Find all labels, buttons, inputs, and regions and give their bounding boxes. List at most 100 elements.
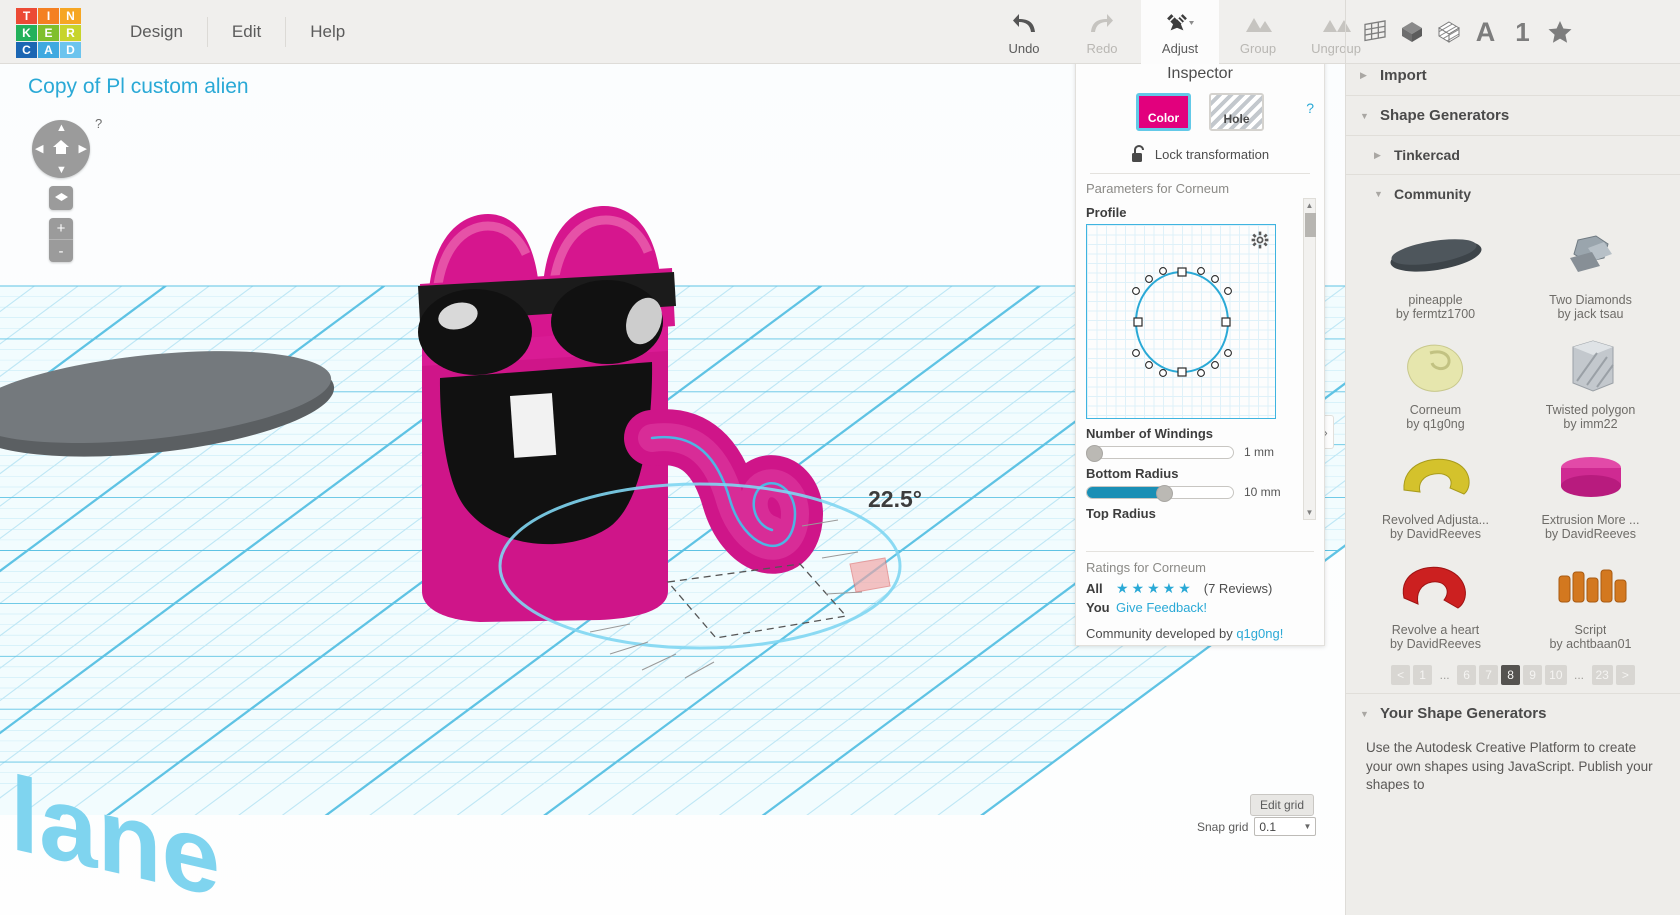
pagination-page-8[interactable]: 8: [1501, 665, 1521, 685]
ratings-all-row: All ★★★★★ (7 Reviews): [1086, 580, 1314, 597]
generator-item-two-diamonds[interactable]: Two Diamonds by jack tsau: [1513, 219, 1668, 329]
logo-tile-i: I: [38, 7, 59, 24]
solid-cube-icon[interactable]: [1393, 9, 1430, 55]
pagination-page-1[interactable]: 1: [1413, 665, 1433, 685]
sidebar-section-tinkercad[interactable]: ▶ Tinkercad: [1346, 136, 1680, 175]
scroll-down-arrow-icon[interactable]: ▼: [1304, 506, 1315, 519]
home-view-icon[interactable]: [52, 138, 70, 156]
view-right-arrow-icon[interactable]: ▶: [79, 142, 87, 155]
pagination-prev[interactable]: <: [1391, 665, 1411, 685]
snap-grid-select[interactable]: 0.1 ▼: [1254, 817, 1317, 836]
edit-grid-button[interactable]: Edit grid: [1250, 794, 1315, 816]
generator-item-pineapple[interactable]: pineapple by fermtz1700: [1358, 219, 1513, 329]
project-title[interactable]: Copy of Pl custom alien: [28, 75, 249, 99]
snap-grid-label: Snap grid: [1197, 819, 1249, 834]
parameters-scrollbar[interactable]: ▲ ▼: [1303, 198, 1316, 520]
chevron-down-icon: ▼: [1360, 708, 1369, 719]
ratings-you-row: You Give Feedback!: [1086, 600, 1314, 615]
generator-thumbnail: [1383, 223, 1488, 289]
view-down-arrow-icon[interactable]: ▼: [56, 164, 67, 176]
scrollbar-thumb[interactable]: [1305, 213, 1316, 237]
sidebar-section-your-generators[interactable]: ▼ Your Shape Generators: [1346, 693, 1680, 733]
scroll-up-arrow-icon[interactable]: ▲: [1304, 199, 1315, 212]
generator-item-corneum[interactable]: Corneum by q1g0ng: [1358, 329, 1513, 439]
tinkercad-logo[interactable]: T I N K E R C A D: [16, 7, 82, 58]
community-author-link[interactable]: q1g0ng!: [1236, 626, 1283, 641]
workplane-grid-icon[interactable]: [1356, 9, 1393, 55]
inspector-panel: Inspector ? Color Hole Lock transformati…: [1075, 56, 1325, 646]
slider-value-bottom-radius: 10 mm: [1244, 485, 1281, 499]
undo-button[interactable]: Undo: [985, 0, 1063, 64]
hole-swatch-button[interactable]: Hole: [1209, 93, 1264, 131]
generator-item-revolve-a-heart[interactable]: Revolve a heart by DavidReeves: [1358, 549, 1513, 659]
sidebar-section-community[interactable]: ▼ Community: [1346, 175, 1680, 213]
adjust-label: Adjust: [1161, 40, 1199, 56]
slider-label-top-radius: Top Radius: [1086, 506, 1156, 520]
pagination-page-23[interactable]: 23: [1591, 665, 1613, 685]
svg-text:lane: lane: [10, 754, 220, 915]
generator-thumbnail: [1383, 333, 1488, 399]
zoom-in-button[interactable]: +: [49, 218, 73, 240]
fit-view-button[interactable]: [49, 186, 73, 210]
generator-name: pineapple: [1408, 293, 1463, 307]
parameters-scroll-area: Profile Number of Windings 1 mm Bottom R…: [1086, 198, 1316, 520]
view-left-arrow-icon[interactable]: ◀: [35, 142, 43, 155]
generator-author: by imm22: [1563, 417, 1618, 431]
navigation-help-icon[interactable]: ?: [95, 116, 102, 131]
chevron-down-icon: ▼: [1374, 189, 1383, 199]
ratings-section: Ratings for Corneum All ★★★★★ (7 Reviews…: [1076, 551, 1324, 615]
hole-cube-icon[interactable]: [1430, 9, 1467, 55]
menu-help[interactable]: Help: [286, 17, 369, 47]
text-a-icon[interactable]: A: [1467, 9, 1504, 55]
pagination-page-9[interactable]: 9: [1523, 665, 1543, 685]
pagination-next[interactable]: >: [1615, 665, 1635, 685]
give-feedback-link[interactable]: Give Feedback!: [1116, 600, 1207, 615]
pagination-page-6[interactable]: 6: [1457, 665, 1477, 685]
inspector-help-icon[interactable]: ?: [1306, 100, 1314, 116]
profile-shape[interactable]: [1087, 225, 1277, 420]
hole-label: Hole: [1223, 112, 1250, 126]
generator-author: by q1g0ng: [1406, 417, 1465, 431]
menu-edit[interactable]: Edit: [208, 16, 287, 47]
lock-transformation-toggle[interactable]: Lock transformation: [1076, 145, 1324, 163]
view-orbit-pad[interactable]: ▲ ▼ ◀ ▶: [32, 120, 90, 178]
generator-author: by DavidReeves: [1389, 637, 1481, 651]
parameters-header: Parameters for Corneum: [1086, 181, 1230, 196]
pagination-page-7[interactable]: 7: [1479, 665, 1499, 685]
number-one-icon[interactable]: 1: [1504, 9, 1541, 55]
generator-name: Extrusion More ...: [1541, 513, 1640, 527]
generator-name: Script: [1574, 623, 1607, 637]
slider-bottom-radius[interactable]: [1086, 484, 1234, 502]
community-credit-text: Community developed by: [1086, 626, 1237, 641]
zoom-out-button[interactable]: -: [49, 240, 73, 262]
adjust-button[interactable]: Adjust: [1141, 0, 1219, 64]
group-mountains-icon: [1243, 9, 1273, 39]
slider-windings[interactable]: [1086, 444, 1234, 462]
view-up-arrow-icon[interactable]: ▲: [56, 122, 67, 134]
shape-mode-icons: A 1: [1345, 0, 1578, 64]
community-credit: Community developed by q1g0ng!: [1086, 626, 1283, 641]
generator-thumbnail: [1538, 223, 1643, 289]
generator-name: Corneum: [1409, 403, 1462, 417]
generator-item-script[interactable]: Script by achtbaan01: [1513, 549, 1668, 659]
star-favorite-icon[interactable]: [1541, 9, 1578, 55]
rotation-angle-readout: 22.5°: [868, 486, 922, 512]
grey-blob-object[interactable]: [0, 321, 380, 501]
profile-editor[interactable]: [1086, 224, 1276, 419]
generator-item-twisted-polygon[interactable]: Twisted polygon by imm22: [1513, 329, 1668, 439]
generator-item-revolved-adjustable[interactable]: Revolved Adjusta... by DavidReeves: [1358, 439, 1513, 549]
sidebar-section-shape-generators[interactable]: ▼ Shape Generators: [1346, 96, 1680, 136]
profile-label: Profile: [1086, 205, 1127, 220]
group-button[interactable]: Group: [1219, 0, 1297, 64]
color-swatch-button[interactable]: Color: [1136, 93, 1191, 131]
menu-design[interactable]: Design: [106, 16, 208, 47]
slider-row-windings: 1 mm: [1086, 444, 1294, 462]
logo-tile-a: A: [38, 41, 59, 58]
sidebar-title-import: Import: [1380, 67, 1427, 84]
generator-thumbnail: [1538, 443, 1643, 509]
redo-button[interactable]: Redo: [1063, 0, 1141, 64]
pagination-page-10[interactable]: 10: [1545, 665, 1567, 685]
ratings-you-key: You: [1086, 600, 1110, 615]
generator-item-extrusion-more[interactable]: Extrusion More ... by DavidReeves: [1513, 439, 1668, 549]
snap-grid-value: 0.1: [1259, 819, 1277, 834]
